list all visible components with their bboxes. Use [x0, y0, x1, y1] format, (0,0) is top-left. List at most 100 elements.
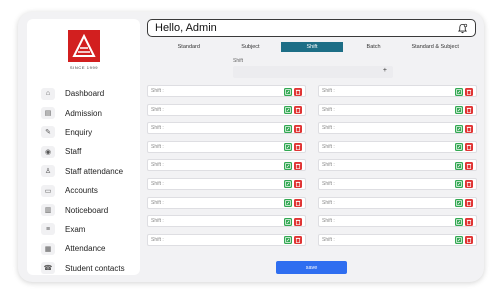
home-icon: ⌂ [41, 87, 55, 100]
delete-icon[interactable] [465, 180, 473, 189]
shift-row: Shift : Shift : [147, 140, 477, 153]
edit-icon[interactable] [284, 106, 292, 115]
sidebar: SINCE 1999 ⌂ Dashboard ▤ Admission ✎ Enq… [27, 19, 140, 275]
edit-icon[interactable] [284, 87, 292, 96]
shift-field[interactable]: Shift : [147, 85, 306, 97]
edit-icon[interactable] [455, 161, 463, 170]
delete-icon[interactable] [294, 143, 302, 152]
shift-field[interactable]: Shift : [318, 85, 477, 97]
shift-field[interactable]: Shift : [147, 122, 306, 135]
sidebar-item-student-contacts[interactable]: ☎ Student contacts [41, 259, 141, 278]
sidebar-item-enquiry[interactable]: ✎ Enquiry [41, 123, 141, 142]
shift-field[interactable]: Shift : [318, 177, 477, 190]
shift-field[interactable]: Shift : [147, 215, 306, 228]
edit-icon[interactable] [455, 143, 463, 152]
shift-field[interactable]: Shift : [318, 215, 477, 228]
delete-icon[interactable] [294, 161, 302, 170]
delete-icon[interactable] [465, 106, 473, 115]
edit-icon[interactable] [455, 87, 463, 96]
staff-icon: ◉ [41, 145, 55, 158]
delete-icon[interactable] [465, 124, 473, 133]
edit-icon[interactable] [455, 124, 463, 133]
delete-icon[interactable] [465, 199, 473, 208]
sidebar-item-dashboard[interactable]: ⌂ Dashboard [41, 84, 141, 103]
sidebar-item-label: Enquiry [65, 127, 93, 137]
shift-field[interactable]: Shift : [147, 177, 306, 190]
shift-row: Shift : Shift : [147, 85, 477, 97]
shift-field-label: Shift : [322, 125, 335, 132]
delete-icon[interactable] [294, 217, 302, 226]
shift-field[interactable]: Shift : [147, 103, 306, 116]
tab-standard-and-subject[interactable]: Standard & Subject [404, 42, 466, 52]
edit-icon[interactable] [284, 199, 292, 208]
delete-icon[interactable] [294, 236, 302, 245]
accounts-icon: ▭ [41, 184, 55, 197]
edit-icon[interactable] [284, 236, 292, 245]
delete-icon[interactable] [465, 217, 473, 226]
sidebar-nav: ⌂ Dashboard ▤ Admission ✎ Enquiry ◉ Staf… [41, 84, 141, 278]
sidebar-item-staff-attendance[interactable]: ♙ Staff attendance [41, 162, 141, 181]
shift-field-label: Shift : [322, 143, 335, 150]
tab-standard[interactable]: Standard [158, 42, 220, 52]
shift-field[interactable]: Shift : [318, 196, 477, 209]
save-button[interactable]: save [276, 261, 347, 274]
edit-icon[interactable] [455, 199, 463, 208]
sidebar-item-label: Student contacts [65, 263, 125, 273]
edit-icon[interactable] [455, 217, 463, 226]
shift-field-label: Shift : [151, 106, 164, 113]
tab-subject[interactable]: Subject [219, 42, 282, 52]
sidebar-item-label: Dashboard [65, 89, 105, 99]
sidebar-item-staff[interactable]: ◉ Staff [41, 142, 141, 161]
edit-icon[interactable] [284, 143, 292, 152]
delete-icon[interactable] [294, 106, 302, 115]
header-bar: Hello, Admin [147, 19, 476, 37]
delete-icon[interactable] [294, 124, 302, 133]
tab-batch[interactable]: Batch [342, 42, 405, 52]
shift-field[interactable]: Shift : [318, 103, 477, 116]
sidebar-item-attendance[interactable]: ▦ Attendance [41, 239, 141, 258]
tab-shift[interactable]: Shift [281, 42, 343, 52]
logo-triangle-icon [72, 34, 96, 57]
page-title: Hello, Admin [155, 22, 217, 34]
shift-field-label: Shift : [151, 125, 164, 132]
edit-icon[interactable] [455, 180, 463, 189]
shift-field[interactable]: Shift : [147, 140, 306, 153]
shift-field[interactable]: Shift : [318, 140, 477, 153]
delete-icon[interactable] [465, 236, 473, 245]
tab-bar: Standard Subject Shift Batch Standard & … [158, 42, 466, 52]
shift-field[interactable]: Shift : [147, 196, 306, 209]
shift-field[interactable]: Shift : [318, 122, 477, 135]
shift-field[interactable]: Shift : [147, 233, 306, 246]
sidebar-item-admission[interactable]: ▤ Admission [41, 103, 141, 122]
delete-icon[interactable] [294, 199, 302, 208]
delete-icon[interactable] [465, 161, 473, 170]
sidebar-item-label: Staff attendance [65, 166, 124, 176]
edit-icon[interactable] [284, 161, 292, 170]
shift-field-label: Shift : [322, 106, 335, 113]
sidebar-item-label: Staff [65, 147, 82, 157]
bell-settings-icon[interactable] [457, 23, 468, 34]
shift-field[interactable]: Shift : [318, 233, 477, 246]
edit-icon[interactable] [455, 236, 463, 245]
delete-icon[interactable] [465, 143, 473, 152]
shift-field-label: Shift : [151, 236, 164, 243]
sidebar-item-noticeboard[interactable]: ▥ Noticeboard [41, 200, 141, 219]
shift-field[interactable]: Shift : [147, 159, 306, 172]
shift-field[interactable]: Shift : [318, 159, 477, 172]
admission-icon: ▤ [41, 107, 55, 120]
logo-mark [68, 30, 100, 62]
sidebar-item-exam[interactable]: ≡ Exam [41, 220, 141, 239]
edit-icon[interactable] [455, 106, 463, 115]
edit-icon[interactable] [284, 217, 292, 226]
delete-icon[interactable] [294, 180, 302, 189]
edit-icon[interactable] [284, 124, 292, 133]
delete-icon[interactable] [294, 87, 302, 96]
delete-icon[interactable] [465, 87, 473, 96]
shift-field-label: Shift : [322, 236, 335, 243]
shift-selector[interactable]: + [233, 66, 393, 78]
sidebar-item-accounts[interactable]: ▭ Accounts [41, 181, 141, 200]
edit-icon[interactable] [284, 180, 292, 189]
shift-row: Shift : Shift : [147, 122, 477, 135]
shift-field-label: Shift : [322, 180, 335, 187]
shift-row: Shift : Shift : [147, 159, 477, 172]
